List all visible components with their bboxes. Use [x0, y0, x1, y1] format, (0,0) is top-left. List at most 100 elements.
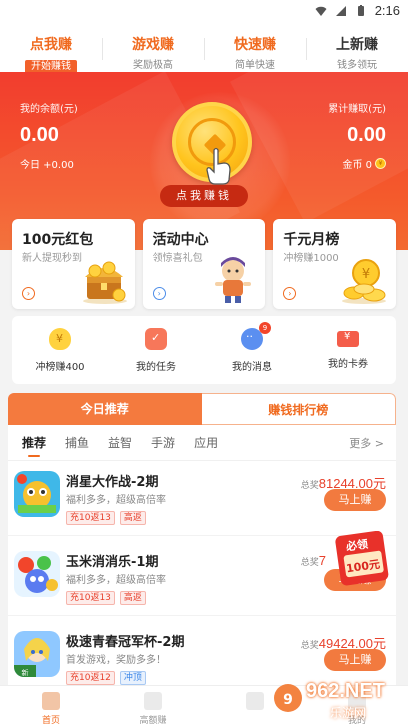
game-desc: 首发游戏，奖励多多！	[66, 655, 166, 666]
message-count-badge: 9	[259, 322, 271, 334]
card-title: 100元红包	[22, 232, 94, 248]
game-name: 消星大作战-2期	[66, 475, 159, 490]
arrow-right-icon: ›	[283, 287, 297, 300]
earn-now-button[interactable]: 马上赚	[324, 649, 386, 671]
tab-game-earn[interactable]: 游戏赚 奖励极高	[102, 24, 204, 72]
home-icon	[42, 692, 60, 710]
recommend-tabs: 今日推荐 赚钱排行榜	[8, 393, 396, 425]
status-bar: 2:16	[0, 0, 408, 24]
earn-now-button[interactable]: 马上赚	[324, 489, 386, 511]
nav-label: 首页	[41, 716, 60, 726]
list-item[interactable]: 消星大作战-2期 福利多多，超级高倍率 充10返13 高返 总奖81244.00…	[8, 461, 396, 536]
battery-icon	[357, 4, 364, 16]
quick-links: ¥ 冲榜赚400 ✓ 我的任务 ·· 9 我的消息 ¥ 我的卡券	[12, 316, 396, 384]
balance-block: 我的余额(元) 0.00 今日 +0.00	[20, 100, 78, 171]
svg-text:新: 新	[22, 668, 29, 677]
tab-earn-ranking[interactable]: 赚钱排行榜	[201, 393, 396, 425]
category-recommend[interactable]: 推荐	[22, 434, 46, 457]
coupon-icon: ¥	[337, 331, 359, 347]
card-subtitle: 冲榜赚1000	[283, 253, 339, 264]
tab-title: 快速赚	[234, 37, 276, 53]
game-tag: 充10返13	[66, 591, 115, 605]
game-icon	[14, 471, 60, 517]
arrow-right-icon: ›	[22, 287, 35, 300]
floating-coupon[interactable]: 必领 100元	[334, 530, 392, 587]
task-icon: ✓	[145, 328, 167, 350]
gold-coins-icon: ¥	[342, 259, 387, 304]
game-name: 极速青春冠军杯-2期	[66, 635, 185, 650]
gold-label: 金币 0	[342, 160, 372, 171]
quick-link-tasks[interactable]: ✓ 我的任务	[108, 316, 204, 384]
quick-link-label: 我的卡券	[328, 359, 368, 370]
tab-today-recommend[interactable]: 今日推荐	[8, 393, 202, 425]
svg-text:9: 9	[283, 692, 293, 708]
nav-home[interactable]: 首页	[0, 686, 102, 727]
game-tag: 高返	[119, 591, 146, 605]
nav-label: 高额赚	[139, 716, 167, 726]
prize-amount: 7	[318, 553, 326, 568]
tab-title: 游戏赚	[132, 37, 174, 53]
tab-click-earn[interactable]: 点我赚 开始赚钱	[0, 24, 102, 74]
category-fishing[interactable]: 捕鱼	[65, 434, 89, 451]
svg-text:¥: ¥	[362, 267, 370, 282]
coupon-line1: 必领	[345, 537, 369, 554]
center-icon	[246, 692, 264, 710]
game-tag: 高返	[119, 511, 146, 525]
quick-link-label: 我的消息	[232, 362, 272, 373]
card-red-packet[interactable]: 100元红包 新人提现秒到 ›	[12, 219, 135, 309]
nav-high-earn[interactable]: 高额赚	[102, 686, 204, 727]
gold-coin-icon: ¥	[375, 158, 386, 169]
top-tab-bar: 点我赚 开始赚钱 游戏赚 奖励极高 快速赚 简单快速 上新赚 钱多领玩	[0, 24, 408, 74]
feature-cards: 100元红包 新人提现秒到 › 活动中心 领惊喜礼包 › 千元月榜 冲榜赚100…	[12, 219, 397, 309]
total-label: 累计赚取(元)	[328, 104, 386, 115]
pointing-hand-icon	[206, 147, 231, 185]
game-desc: 福利多多，超级高倍率	[66, 495, 166, 506]
more-link[interactable]: 更多 >	[349, 435, 384, 451]
arrow-right-icon: ›	[152, 287, 166, 300]
signal-icon	[335, 5, 346, 16]
today-earnings: 今日 +0.00	[20, 160, 74, 171]
card-monthly-rank[interactable]: 千元月榜 冲榜赚1000 › ¥	[273, 219, 397, 309]
total-value: 0.00	[347, 124, 386, 146]
message-icon: ·· 9	[241, 322, 271, 350]
treasure-chest-icon	[82, 261, 127, 304]
quick-link-label: 我的任务	[136, 362, 176, 373]
watermark-logo: 9 962.NET 乐游网	[270, 676, 402, 724]
game-name: 玉米消消乐-1期	[66, 555, 159, 570]
category-bar: 推荐 捕鱼 益智 手游 应用 更多 >	[8, 425, 396, 461]
status-time: 2:16	[374, 3, 400, 18]
game-desc: 福利多多，超级高倍率	[66, 575, 166, 586]
cartoon-character-icon	[215, 257, 252, 303]
quick-link-coupons[interactable]: ¥ 我的卡券	[300, 316, 396, 384]
balance-label: 我的余额(元)	[20, 104, 78, 115]
tab-subtitle: 钱多领玩	[337, 60, 377, 71]
game-tag: 冲顶	[119, 671, 146, 685]
category-puzzle[interactable]: 益智	[108, 434, 132, 451]
card-activity-center[interactable]: 活动中心 领惊喜礼包 ›	[142, 219, 266, 309]
game-prize: 总奖7	[300, 553, 326, 568]
quick-link-messages[interactable]: ·· 9 我的消息	[204, 316, 300, 384]
quick-link-label: 冲榜赚400	[35, 362, 85, 373]
game-icon	[14, 551, 60, 597]
balance-value: 0.00	[20, 124, 59, 146]
tab-new-earn[interactable]: 上新赚 钱多领玩	[306, 24, 408, 72]
total-earned-block: 累计赚取(元) 0.00 金币 0 ¥	[328, 100, 386, 171]
tab-subtitle: 奖励极高	[133, 60, 173, 71]
game-icon: 新	[14, 631, 60, 677]
game-tag: 充10返12	[66, 671, 115, 685]
watermark-text: 962.NET	[306, 680, 385, 702]
card-subtitle: 领惊喜礼包	[152, 253, 203, 264]
quick-link-rank-400[interactable]: ¥ 冲榜赚400	[12, 316, 108, 384]
gold-coins: 金币 0 ¥	[328, 156, 386, 171]
coin-bag-icon: ¥	[49, 328, 71, 350]
click-earn-button[interactable]: 点我赚钱	[160, 185, 248, 207]
card-subtitle: 新人提现秒到	[22, 253, 82, 264]
tab-subtitle: 简单快速	[235, 60, 275, 71]
wifi-icon	[315, 6, 327, 16]
category-apps[interactable]: 应用	[194, 434, 218, 451]
tab-fast-earn[interactable]: 快速赚 简单快速	[204, 24, 306, 72]
category-mobile-games[interactable]: 手游	[151, 434, 175, 451]
high-earn-icon	[144, 692, 162, 710]
watermark-sub: 乐游网	[330, 706, 367, 720]
game-tag: 充10返13	[66, 511, 115, 525]
